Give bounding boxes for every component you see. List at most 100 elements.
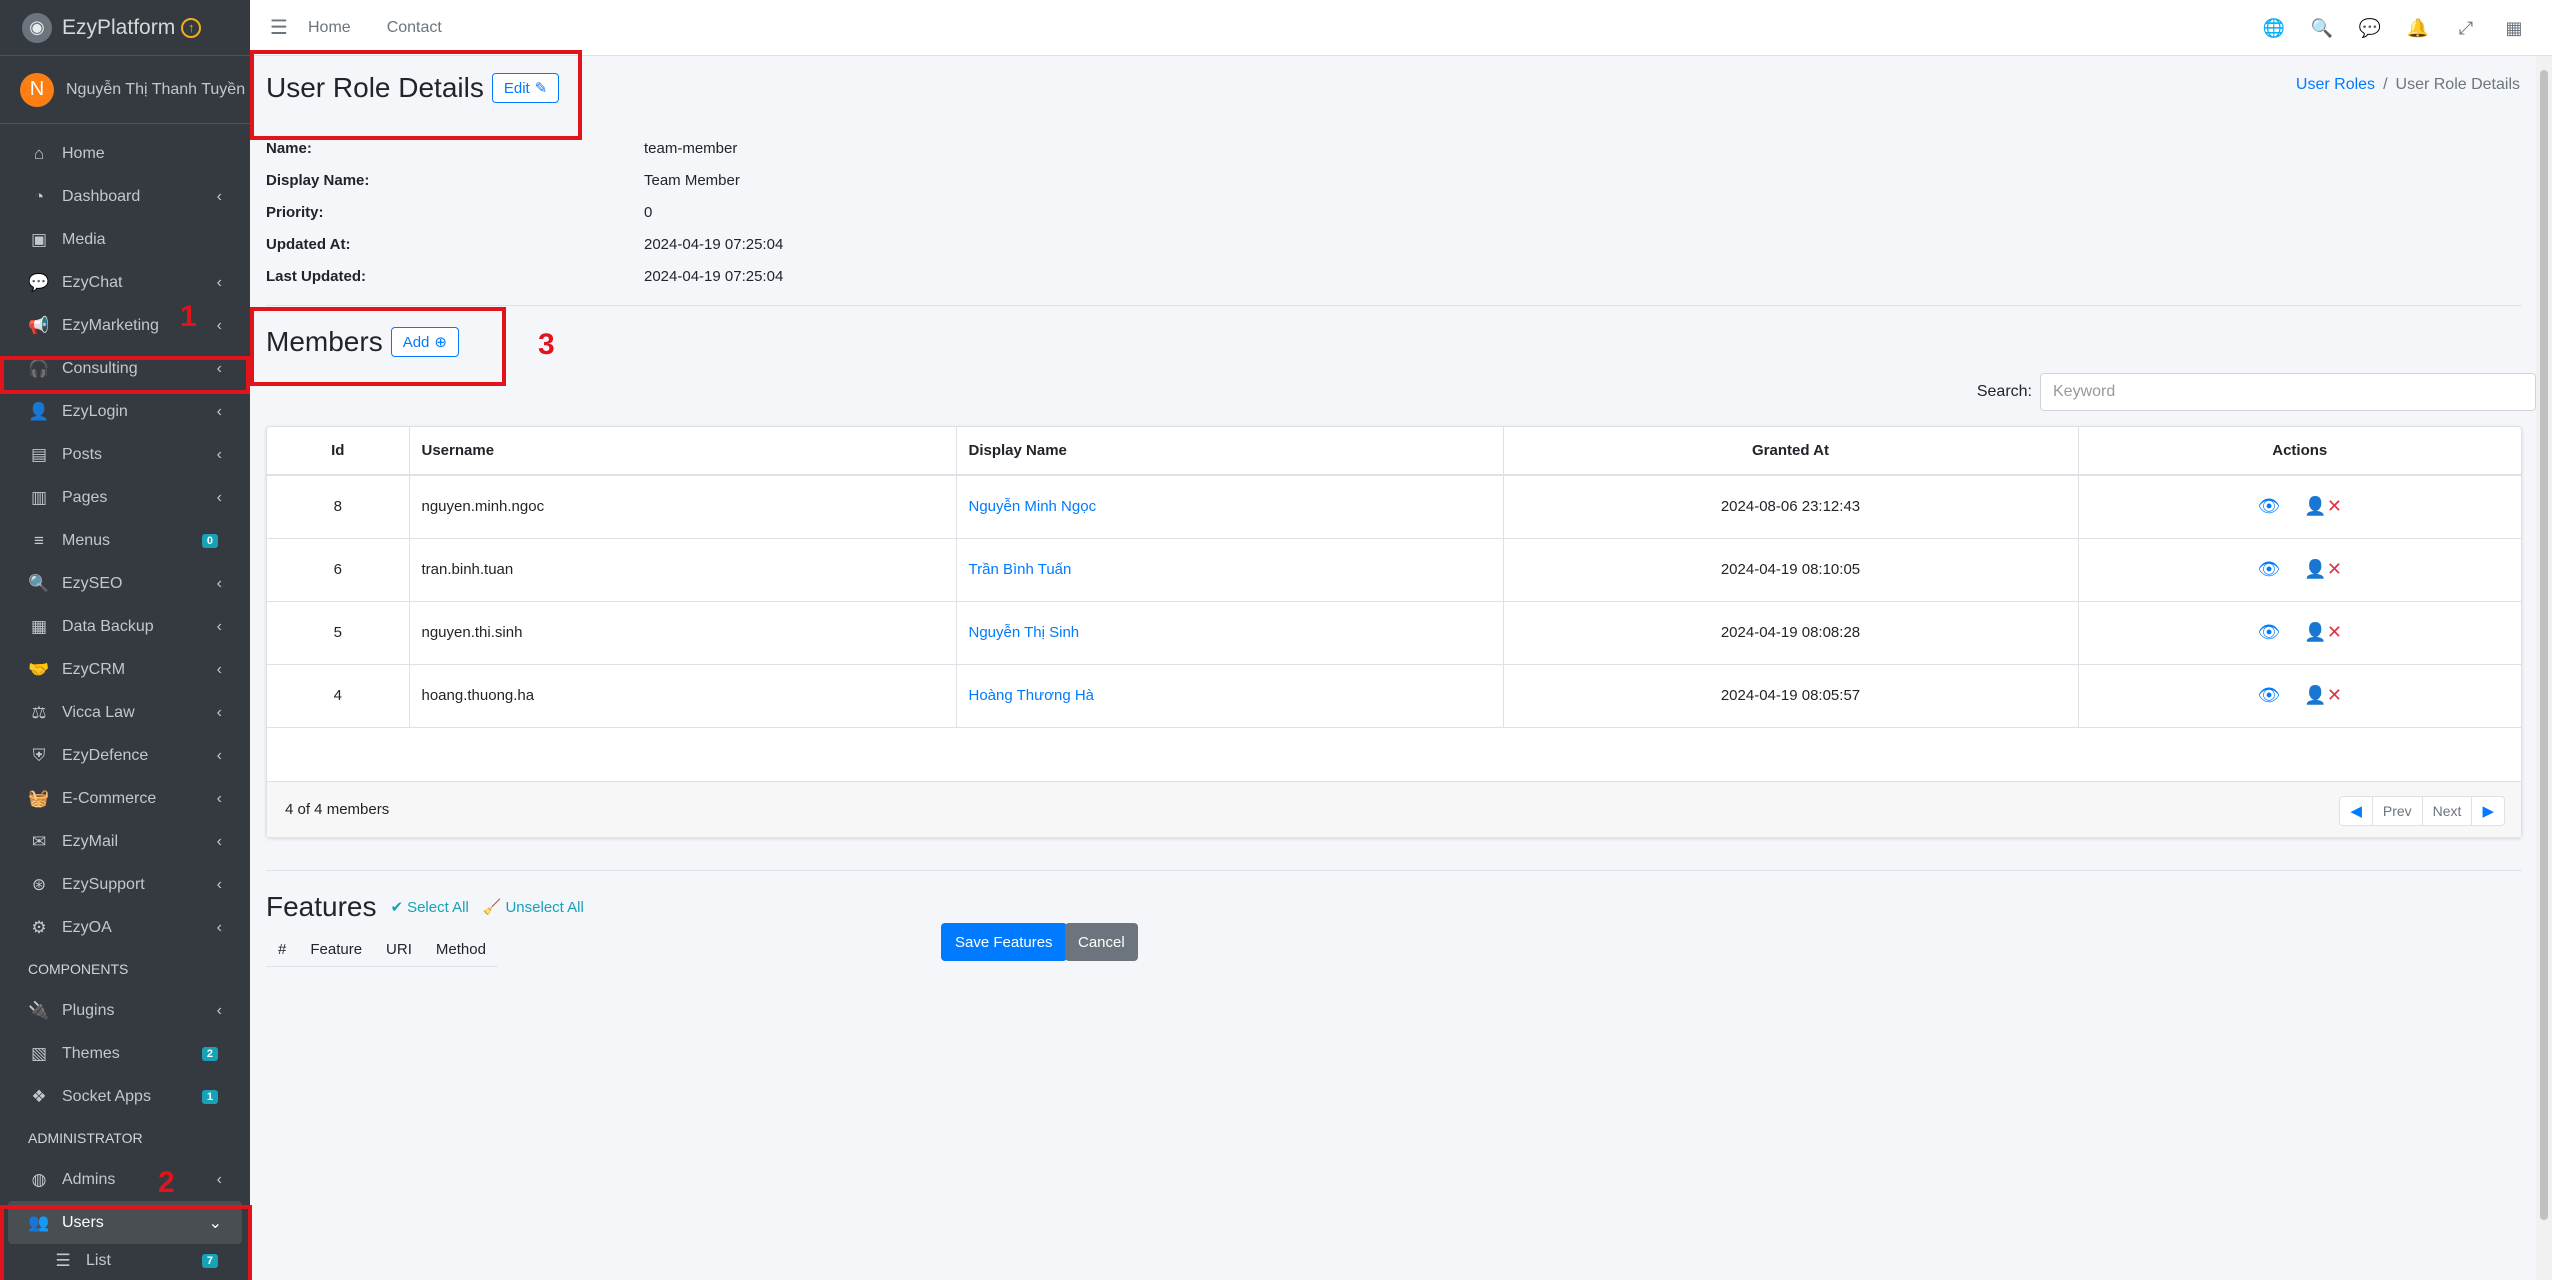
brand-name: EzyPlatform: [62, 15, 176, 39]
archive-icon: ▦: [30, 616, 48, 636]
table-footer: 4 of 4 members ◀ Prev Next ▶: [267, 781, 2521, 837]
user-panel[interactable]: N Nguyễn Thị Thanh Tuyền: [0, 56, 250, 124]
user-name[interactable]: Nguyễn Thị Thanh Tuyền: [66, 81, 245, 99]
sidebar-item-ezychat[interactable]: 💬 EzyChat ‹: [8, 261, 242, 304]
sidebar-item-ezymail[interactable]: ✉ EzyMail ‹: [8, 820, 242, 863]
sidebar-item-ezyoa[interactable]: ⚙ EzyOA ‹: [8, 906, 242, 949]
sidebar-item-plugins[interactable]: 🔌 Plugins ‹: [8, 989, 242, 1032]
sidebar-item-e-commerce[interactable]: 🧺 E-Commerce ‹: [8, 777, 242, 820]
select-all-link[interactable]: ✔ Select All: [391, 898, 469, 917]
nav-home-link[interactable]: Home: [308, 19, 351, 37]
breadcrumb-user-roles-link[interactable]: User Roles: [2296, 76, 2375, 93]
apps-grid-icon[interactable]: ▦: [2490, 18, 2538, 39]
sidebar-item-posts[interactable]: ▤ Posts ‹: [8, 433, 242, 476]
cell-username: nguyen.thi.sinh: [409, 601, 957, 665]
cell-username: hoang.thuong.ha: [409, 664, 957, 728]
eye-icon[interactable]: 👁: [2258, 559, 2281, 579]
next-arrow-icon[interactable]: ▶: [2472, 797, 2504, 825]
chevron-left-icon: ‹: [216, 488, 222, 506]
save-features-button[interactable]: Save Features: [941, 923, 1067, 961]
lifebuoy-icon: ⊛: [31, 874, 47, 894]
column-header-id[interactable]: Id: [267, 427, 410, 476]
search-icon[interactable]: 🔍: [2298, 18, 2346, 39]
sidebar-item-ezydefence[interactable]: ⛨ EzyDefence ‹: [8, 734, 242, 777]
cell-display-name-link[interactable]: Nguyễn Minh Ngọc: [956, 475, 1504, 539]
nav-contact-link[interactable]: Contact: [387, 19, 442, 37]
book-icon: ▥: [30, 487, 48, 507]
sidebar-item-ezyseo[interactable]: 🔍 EzySEO ‹: [8, 562, 242, 605]
sidebar-item-ezycrm[interactable]: 🤝 EzyCRM ‹: [8, 648, 242, 691]
sidebar-item-themes[interactable]: ▧ Themes 2: [8, 1032, 242, 1075]
arrow-up-circle-icon[interactable]: ↑: [181, 17, 202, 38]
cell-id: 4: [267, 664, 410, 728]
cell-id: 8: [267, 475, 410, 539]
avatar[interactable]: N: [20, 72, 54, 107]
detail-label: Display Name:: [266, 171, 370, 189]
hamburger-menu-icon[interactable]: ☰: [250, 15, 308, 40]
user-remove-icon[interactable]: 👤✕: [2304, 622, 2342, 642]
annotation-box-consulting: [0, 356, 250, 394]
sidebar-item-socket-apps[interactable]: ❖ Socket Apps 1: [8, 1075, 242, 1118]
cell-granted-at: 2024-04-19 08:08:28: [1503, 601, 2079, 665]
sidebar-item-label: Vicca Law: [62, 703, 135, 721]
sidebar-item-home[interactable]: ⌂ Home: [8, 132, 242, 175]
sidebar-item-vicca-law[interactable]: ⚖ Vicca Law ‹: [8, 691, 242, 734]
sidebar-item-label: Dashboard: [62, 187, 141, 205]
bell-icon[interactable]: 🔔: [2394, 18, 2442, 39]
sidebar-item-pages[interactable]: ▥ Pages ‹: [8, 476, 242, 519]
scrollbar-thumb[interactable]: [2540, 70, 2548, 1220]
column-header-display-name[interactable]: Display Name: [956, 427, 1504, 476]
sidebar-item-ezysupport[interactable]: ⊛ EzySupport ‹: [8, 863, 242, 906]
themes-icon: ▧: [30, 1043, 48, 1063]
search-icon: 🔍: [28, 573, 50, 593]
annotation-box-users: [0, 1205, 252, 1280]
chevron-left-icon: ‹: [216, 574, 222, 592]
annotation-number-1: 1: [180, 300, 197, 333]
sidebar-item-admins[interactable]: ◍ Admins ‹: [8, 1158, 242, 1201]
eye-icon[interactable]: 👁: [2258, 685, 2281, 705]
themes-count-badge: 2: [201, 1046, 218, 1061]
topbar-icons: 🌐 🔍 💬 🔔 ⤢ ▦: [2250, 0, 2538, 56]
user-remove-icon[interactable]: 👤✕: [2304, 559, 2342, 579]
plug-icon: 🔌: [28, 1000, 50, 1020]
sidebar-item-media[interactable]: ▣ Media: [8, 218, 242, 261]
menus-count-badge: 0: [201, 533, 218, 548]
brand[interactable]: ◉ EzyPlatform ↑: [0, 0, 250, 56]
comments-icon[interactable]: 💬: [2346, 18, 2394, 39]
basket-icon: 🧺: [28, 788, 50, 808]
cog-icon: ⚙: [31, 917, 47, 937]
annotation-box-members: [250, 307, 506, 386]
cell-display-name-link[interactable]: Trần Bình Tuấn: [956, 538, 1504, 602]
user-remove-icon[interactable]: 👤✕: [2304, 685, 2342, 705]
user-remove-icon[interactable]: 👤✕: [2304, 496, 2342, 516]
sidebar-item-data-backup[interactable]: ▦ Data Backup ‹: [8, 605, 242, 648]
sidebar-item-ezylogin[interactable]: 👤 EzyLogin ‹: [8, 390, 242, 433]
sidebar-item-label: Admins: [62, 1170, 116, 1188]
annotation-number-3: 3: [538, 328, 555, 361]
column-header-granted-at[interactable]: Granted At: [1503, 427, 2079, 476]
prev-arrow-icon[interactable]: ◀: [2340, 797, 2373, 825]
eye-icon[interactable]: 👁: [2258, 496, 2281, 516]
eye-icon[interactable]: 👁: [2258, 622, 2281, 642]
cell-display-name-link[interactable]: Nguyễn Thị Sinh: [956, 601, 1504, 665]
sidebar-item-dashboard[interactable]: ◔ Dashboard ‹: [8, 175, 242, 218]
unselect-all-link[interactable]: 🧹 Unselect All: [483, 898, 584, 917]
chevron-left-icon: ‹: [216, 832, 222, 850]
page-scrollbar[interactable]: [2536, 56, 2552, 1280]
chevron-left-icon: ‹: [216, 273, 222, 291]
cell-display-name-link[interactable]: Hoàng Thương Hà: [956, 664, 1504, 728]
sidebar-item-ezymarketing[interactable]: 📢 EzyMarketing ‹: [8, 304, 242, 347]
cancel-button[interactable]: Cancel: [1065, 923, 1138, 961]
next-button[interactable]: Next: [2423, 797, 2473, 825]
sidebar-item-menus[interactable]: ≡ Menus 0: [8, 519, 242, 562]
globe-icon[interactable]: 🌐: [2250, 18, 2298, 39]
sidebar-nav: ⌂ Home ◔ Dashboard ‹ ▣ Media 💬 EzyChat ‹ 📢 EzyM…: [0, 124, 250, 1278]
search-input[interactable]: [2040, 373, 2536, 411]
column-header-username[interactable]: Username: [409, 427, 957, 476]
fullscreen-icon[interactable]: ⤢: [2442, 18, 2490, 39]
search-label: Search:: [1976, 383, 2032, 400]
column-header-feature: Feature: [310, 941, 363, 958]
cell-granted-at: 2024-04-19 08:10:05: [1503, 538, 2079, 602]
prev-button[interactable]: Prev: [2373, 797, 2423, 825]
members-table-card: Id Username Display Name Granted At Acti…: [266, 426, 2522, 838]
